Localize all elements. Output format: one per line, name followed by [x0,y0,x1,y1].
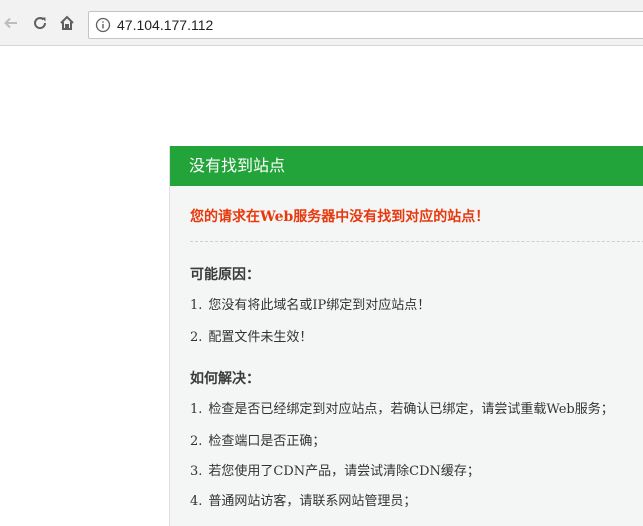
solution-item: 4. 普通网站访客，请联系网站管理员； [190,490,416,509]
url-text: 47.104.177.112 [117,17,214,33]
error-panel: 没有找到站点 您的请求在Web服务器中没有找到对应的站点！ 可能原因： 1. 您没… [169,146,643,526]
back-arrow-icon[interactable] [0,12,22,34]
reason-number: 2. [190,330,203,345]
panel-title: 没有找到站点 [170,146,643,186]
reason-text: 配置文件未生效！ [208,330,313,345]
reason-item: 2. 配置文件未生效！ [190,326,312,345]
solution-text: 若您使用了CDN产品，请尝试清除CDN缓存； [208,464,480,479]
solution-text: 检查端口是否正确； [208,434,326,449]
reload-icon[interactable] [29,12,51,34]
solution-number: 3. [190,464,203,479]
error-message: 您的请求在Web服务器中没有找到对应的站点！ [190,209,490,225]
home-icon[interactable] [56,12,78,34]
solution-number: 1. [190,402,203,417]
solution-number: 2. [190,434,203,449]
reason-item: 1. 您没有将此域名或IP绑定到对应站点！ [190,294,430,313]
solution-item: 2. 检查端口是否正确； [190,430,325,449]
solution-text: 检查是否已经绑定到对应站点，若确认已绑定，请尝试重载Web服务； [208,402,614,417]
info-icon[interactable] [95,17,111,33]
solution-item: 3. 若您使用了CDN产品，请尝试清除CDN缓存； [190,460,480,479]
address-bar[interactable]: 47.104.177.112 [88,11,643,39]
browser-toolbar: 47.104.177.112 [0,0,643,46]
reasons-heading: 可能原因： [190,267,260,283]
reason-text: 您没有将此域名或IP绑定到对应站点！ [208,298,431,313]
dashed-divider [190,241,643,242]
solution-item: 1. 检查是否已经绑定到对应站点，若确认已绑定，请尝试重载Web服务； [190,398,614,417]
reason-number: 1. [190,298,203,313]
solutions-heading: 如何解决： [190,371,260,387]
solution-number: 4. [190,494,203,509]
solution-text: 普通网站访客，请联系网站管理员； [208,494,417,509]
